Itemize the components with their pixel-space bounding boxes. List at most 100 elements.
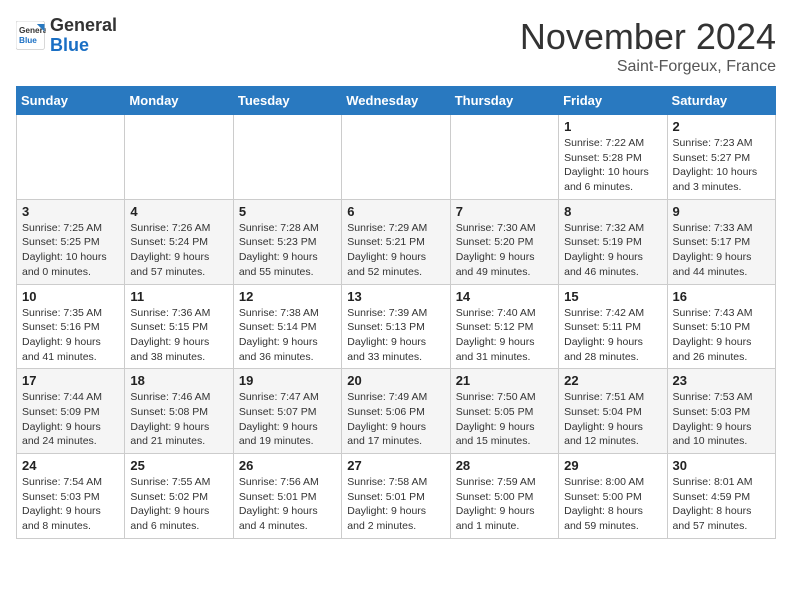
day-number: 29 [564,458,661,473]
day-number: 17 [22,373,119,388]
calendar-cell: 1 Sunrise: 7:22 AM Sunset: 5:28 PM Daylig… [559,115,667,200]
calendar-cell: 16 Sunrise: 7:43 AM Sunset: 5:10 PM Dayli… [667,284,775,369]
day-info: Sunrise: 8:00 AM Sunset: 5:00 PM Dayligh… [564,475,661,534]
calendar-cell: 27Sunrise: 7:58 AM Sunset: 5:01 PM Dayli… [342,454,450,539]
day-number: 12 [239,289,336,304]
weekday-header-sunday: Sunday [17,87,125,115]
day-number: 30 [673,458,770,473]
calendar-cell: 22 Sunrise: 7:51 AM Sunset: 5:04 PM Dayli… [559,369,667,454]
calendar-cell: 24Sunrise: 7:54 AM Sunset: 5:03 PM Dayli… [17,454,125,539]
day-info: Sunrise: 7:49 AM Sunset: 5:06 PM Dayligh… [347,390,444,449]
calendar-header: SundayMondayTuesdayWednesdayThursdayFrid… [17,87,776,115]
day-number: 28 [456,458,553,473]
calendar-cell: 26 Sunrise: 7:56 AM Sunset: 5:01 PM Dayli… [233,454,341,539]
calendar-cell: 11 Sunrise: 7:36 AM Sunset: 5:15 PM Dayli… [125,284,233,369]
day-number: 4 [130,204,227,219]
calendar-table: SundayMondayTuesdayWednesdayThursdayFrid… [16,86,776,539]
day-info: Sunrise: 7:42 AM Sunset: 5:11 PM Dayligh… [564,306,661,365]
day-number: 11 [130,289,227,304]
day-info: Sunrise: 7:56 AM Sunset: 5:01 PM Dayligh… [239,475,336,534]
calendar-cell: 21 Sunrise: 7:50 AM Sunset: 5:05 PM Dayli… [450,369,558,454]
day-info: Sunrise: 7:50 AM Sunset: 5:05 PM Dayligh… [456,390,553,449]
day-number: 14 [456,289,553,304]
month-title: November 2024 [520,16,776,58]
weekday-header-wednesday: Wednesday [342,87,450,115]
day-info: Sunrise: 7:38 AM Sunset: 5:14 PM Dayligh… [239,306,336,365]
calendar-cell [342,115,450,200]
day-info: Sunrise: 7:43 AM Sunset: 5:10 PM Dayligh… [673,306,770,365]
calendar-cell: 28 Sunrise: 7:59 AM Sunset: 5:00 PM Dayli… [450,454,558,539]
calendar-cell: 19Sunrise: 7:47 AM Sunset: 5:07 PM Dayli… [233,369,341,454]
day-number: 24 [22,458,119,473]
calendar-cell [233,115,341,200]
day-number: 27 [347,458,444,473]
day-number: 8 [564,204,661,219]
calendar-cell: 3 Sunrise: 7:25 AM Sunset: 5:25 PM Daylig… [17,199,125,284]
weekday-header-saturday: Saturday [667,87,775,115]
day-number: 26 [239,458,336,473]
day-info: Sunrise: 7:22 AM Sunset: 5:28 PM Dayligh… [564,136,661,195]
calendar-cell: 29 Sunrise: 8:00 AM Sunset: 5:00 PM Dayli… [559,454,667,539]
calendar-cell: 30 Sunrise: 8:01 AM Sunset: 4:59 PM Dayli… [667,454,775,539]
calendar-cell: 20 Sunrise: 7:49 AM Sunset: 5:06 PM Dayli… [342,369,450,454]
calendar-week-2: 3 Sunrise: 7:25 AM Sunset: 5:25 PM Daylig… [17,199,776,284]
calendar-cell: 25Sunrise: 7:55 AM Sunset: 5:02 PM Dayli… [125,454,233,539]
day-number: 9 [673,204,770,219]
day-info: Sunrise: 7:35 AM Sunset: 5:16 PM Dayligh… [22,306,119,365]
calendar-cell: 8Sunrise: 7:32 AM Sunset: 5:19 PM Daylig… [559,199,667,284]
calendar-cell: 6Sunrise: 7:29 AM Sunset: 5:21 PM Daylig… [342,199,450,284]
calendar-cell: 5Sunrise: 7:28 AM Sunset: 5:23 PM Daylig… [233,199,341,284]
logo: General Blue General Blue [16,16,117,56]
calendar-cell [450,115,558,200]
day-info: Sunrise: 7:28 AM Sunset: 5:23 PM Dayligh… [239,221,336,280]
day-info: Sunrise: 7:47 AM Sunset: 5:07 PM Dayligh… [239,390,336,449]
day-number: 22 [564,373,661,388]
location-subtitle: Saint-Forgeux, France [520,58,776,76]
day-number: 20 [347,373,444,388]
calendar-cell [125,115,233,200]
day-info: Sunrise: 7:46 AM Sunset: 5:08 PM Dayligh… [130,390,227,449]
calendar-cell: 17 Sunrise: 7:44 AM Sunset: 5:09 PM Dayli… [17,369,125,454]
calendar-week-1: 1 Sunrise: 7:22 AM Sunset: 5:28 PM Daylig… [17,115,776,200]
day-number: 1 [564,119,661,134]
day-number: 16 [673,289,770,304]
calendar-cell: 15Sunrise: 7:42 AM Sunset: 5:11 PM Dayli… [559,284,667,369]
day-info: Sunrise: 7:40 AM Sunset: 5:12 PM Dayligh… [456,306,553,365]
day-number: 10 [22,289,119,304]
svg-text:Blue: Blue [19,36,37,45]
calendar-cell: 23 Sunrise: 7:53 AM Sunset: 5:03 PM Dayli… [667,369,775,454]
day-info: Sunrise: 7:53 AM Sunset: 5:03 PM Dayligh… [673,390,770,449]
day-number: 21 [456,373,553,388]
day-info: Sunrise: 7:33 AM Sunset: 5:17 PM Dayligh… [673,221,770,280]
day-info: Sunrise: 7:59 AM Sunset: 5:00 PM Dayligh… [456,475,553,534]
calendar-week-4: 17 Sunrise: 7:44 AM Sunset: 5:09 PM Dayli… [17,369,776,454]
calendar-cell: 12 Sunrise: 7:38 AM Sunset: 5:14 PM Dayli… [233,284,341,369]
day-info: Sunrise: 7:25 AM Sunset: 5:25 PM Dayligh… [22,221,119,280]
day-info: Sunrise: 7:36 AM Sunset: 5:15 PM Dayligh… [130,306,227,365]
day-info: Sunrise: 7:39 AM Sunset: 5:13 PM Dayligh… [347,306,444,365]
weekday-header-friday: Friday [559,87,667,115]
calendar-cell: 2 Sunrise: 7:23 AM Sunset: 5:27 PM Daylig… [667,115,775,200]
day-info: Sunrise: 7:23 AM Sunset: 5:27 PM Dayligh… [673,136,770,195]
weekday-header-tuesday: Tuesday [233,87,341,115]
calendar-cell: 13Sunrise: 7:39 AM Sunset: 5:13 PM Dayli… [342,284,450,369]
page-header: General Blue General Blue November 2024 … [16,16,776,76]
day-number: 3 [22,204,119,219]
calendar-cell [17,115,125,200]
weekday-header-row: SundayMondayTuesdayWednesdayThursdayFrid… [17,87,776,115]
calendar-body: 1 Sunrise: 7:22 AM Sunset: 5:28 PM Daylig… [17,115,776,539]
day-info: Sunrise: 7:51 AM Sunset: 5:04 PM Dayligh… [564,390,661,449]
day-number: 23 [673,373,770,388]
logo-icon: General Blue [16,21,46,51]
calendar-cell: 14 Sunrise: 7:40 AM Sunset: 5:12 PM Dayli… [450,284,558,369]
day-number: 18 [130,373,227,388]
day-info: Sunrise: 8:01 AM Sunset: 4:59 PM Dayligh… [673,475,770,534]
calendar-week-3: 10 Sunrise: 7:35 AM Sunset: 5:16 PM Dayli… [17,284,776,369]
calendar-cell: 10 Sunrise: 7:35 AM Sunset: 5:16 PM Dayli… [17,284,125,369]
day-info: Sunrise: 7:55 AM Sunset: 5:02 PM Dayligh… [130,475,227,534]
day-info: Sunrise: 7:44 AM Sunset: 5:09 PM Dayligh… [22,390,119,449]
day-info: Sunrise: 7:29 AM Sunset: 5:21 PM Dayligh… [347,221,444,280]
calendar-cell: 18 Sunrise: 7:46 AM Sunset: 5:08 PM Dayli… [125,369,233,454]
day-number: 2 [673,119,770,134]
calendar-week-5: 24Sunrise: 7:54 AM Sunset: 5:03 PM Dayli… [17,454,776,539]
